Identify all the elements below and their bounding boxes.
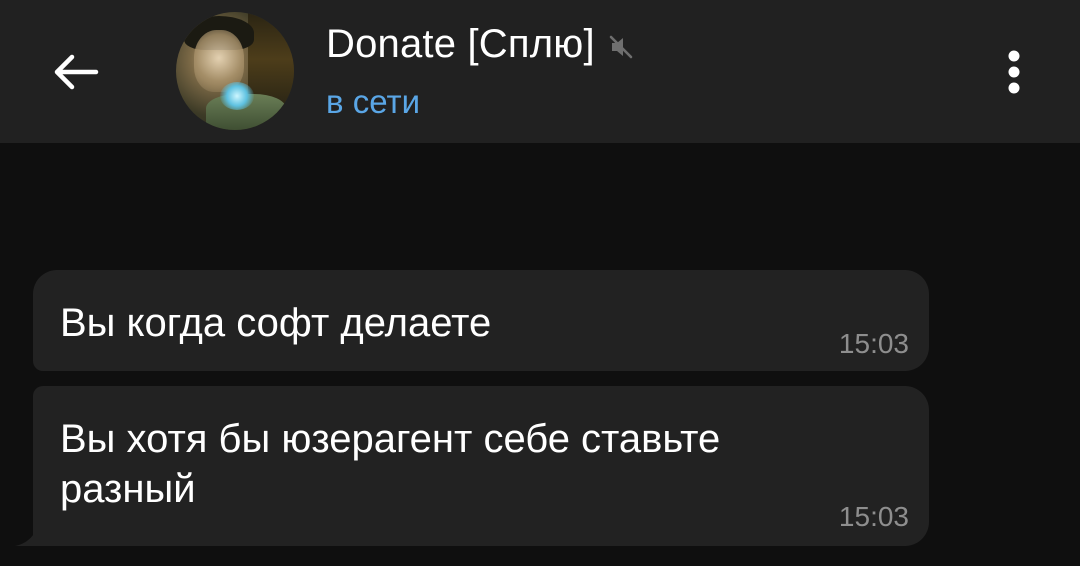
online-status: в сети: [326, 83, 421, 120]
bubble-tail: [15, 528, 37, 546]
message-line: разный: [60, 467, 196, 511]
chat-title-row[interactable]: Donate [Сплю]: [326, 22, 635, 67]
message-text: Вы хотя бы юзерагент себе ставьте разный: [60, 414, 720, 514]
muted-speaker-icon: [607, 33, 635, 61]
chat-header: Donate [Сплю] в сети: [0, 0, 1080, 143]
chat-screen: Donate [Сплю] в сети Вы когда софт делае…: [0, 0, 1080, 566]
message-bubble[interactable]: Вы хотя бы юзерагент себе ставьте разный…: [33, 386, 929, 546]
back-button[interactable]: [44, 40, 108, 104]
message-time: 15:03: [838, 328, 909, 359]
message-line: Вы хотя бы юзерагент себе ставьте: [60, 417, 721, 461]
avatar[interactable]: [176, 12, 294, 130]
more-options-button[interactable]: [990, 40, 1038, 104]
more-vertical-icon: [1008, 50, 1020, 94]
message-bubble[interactable]: Вы когда софт делаете 15:03: [33, 270, 929, 371]
message-time: 15:03: [838, 501, 909, 532]
message-list[interactable]: Вы когда софт делаете 15:03 Вы хотя бы ю…: [0, 143, 1080, 566]
message-text: Вы когда софт делаете: [60, 301, 492, 345]
chat-title: Donate [Сплю]: [326, 22, 595, 66]
arrow-left-icon: [54, 54, 99, 90]
